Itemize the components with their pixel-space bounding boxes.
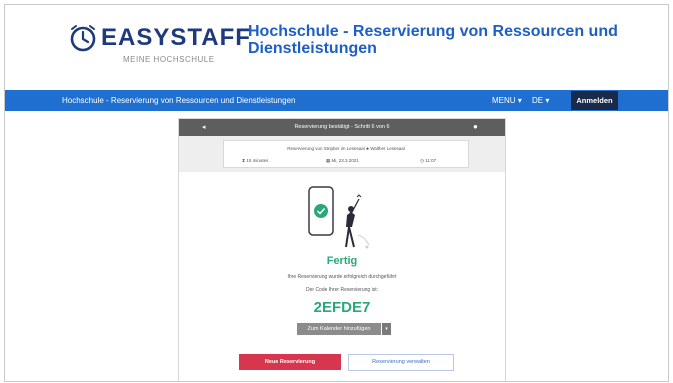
summary-time: ◷ 11:07 — [420, 158, 437, 163]
card-header: ◂ Reservierung bestätigt - Schritt 6 von… — [179, 119, 505, 136]
login-button[interactable]: Anmelden — [571, 91, 618, 110]
site-title: Hochschule - Reservierung von Ressourcen… — [248, 23, 618, 57]
logo[interactable]: EASYSTAFF MEINE HOCHSCHULE — [68, 21, 250, 71]
step-title: Reservierung bestätigt - Schritt 6 von 6 — [294, 124, 390, 130]
reservation-code: 2EFDE7 — [313, 299, 371, 316]
manage-reservation-button[interactable]: Reservierung verwalten — [348, 354, 454, 371]
summary-resource: Reservierung von Stripber im Lesesaal ♣ … — [287, 146, 405, 151]
top-navbar: Hochschule - Reservierung von Ressourcen… — [5, 90, 668, 111]
new-reservation-button[interactable]: Neue Reservierung — [239, 354, 341, 370]
summary-duration: ⧗ 15 minutes — [242, 158, 269, 163]
calendar-dropdown-caret[interactable]: ▾ — [382, 323, 391, 335]
language-dropdown[interactable]: DE ▾ — [532, 96, 549, 105]
reservation-summary: Reservierung von Stripber im Lesesaal ♣ … — [179, 136, 505, 172]
status-heading: Fertig — [326, 255, 358, 267]
navbar-title[interactable]: Hochschule - Reservierung von Ressourcen… — [62, 96, 295, 105]
success-message: Ihre Reservierung wurde erfolgreich durc… — [287, 274, 397, 280]
summary-date: ▦ Mi, 23.3.2021 — [326, 158, 359, 163]
success-illustration — [308, 186, 370, 249]
code-label: Der Code Ihrer Reservierung ist: — [306, 287, 378, 293]
page-frame: EASYSTAFF MEINE HOCHSCHULE Hochschule - … — [4, 4, 669, 382]
add-to-calendar-button[interactable]: Zum Kalender hinzufügen — [297, 323, 381, 335]
confirmation-card: ◂ Reservierung bestätigt - Schritt 6 von… — [178, 118, 506, 381]
menu-dropdown[interactable]: MENU ▾ — [492, 96, 522, 105]
summary-box: Reservierung von Stripber im Lesesaal ♣ … — [223, 140, 469, 168]
logo-text: EASYSTAFF — [101, 24, 251, 51]
help-icon[interactable]: ● — [473, 122, 478, 131]
clock-logo-icon — [70, 25, 96, 52]
logo-subtext: MEINE HOCHSCHULE — [123, 55, 215, 64]
